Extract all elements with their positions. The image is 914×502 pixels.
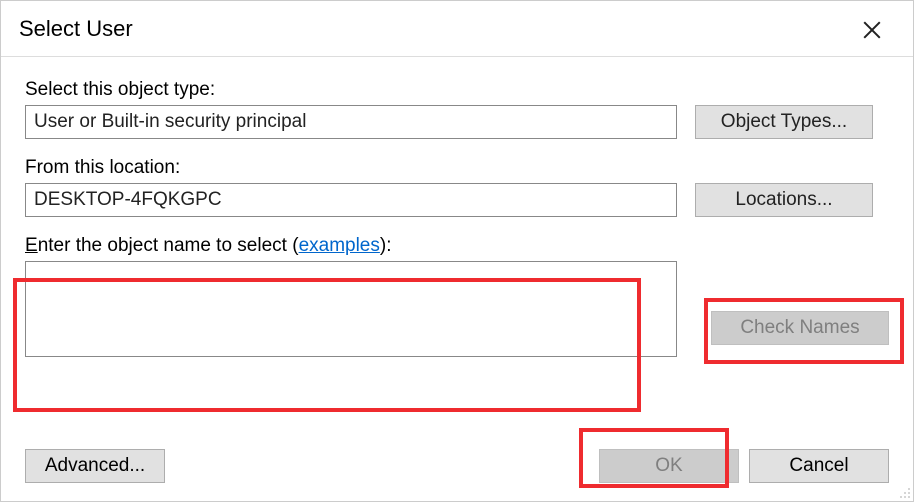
object-name-label-pre: nter the object name to select ( [38, 235, 299, 256]
dialog-footer: Advanced... OK Cancel [25, 449, 889, 483]
locations-button[interactable]: Locations... [695, 183, 873, 217]
object-type-label: Select this object type: [25, 79, 889, 101]
location-field: DESKTOP-4FQKGPC [25, 183, 677, 217]
object-types-button[interactable]: Object Types... [695, 105, 873, 139]
object-type-field: User or Built-in security principal [25, 105, 677, 139]
check-names-button[interactable]: Check Names [711, 311, 889, 345]
advanced-button[interactable]: Advanced... [25, 449, 165, 483]
location-section: From this location: DESKTOP-4FQKGPC Loca… [25, 157, 889, 217]
examples-link[interactable]: examples [299, 235, 380, 256]
dialog-title: Select User [19, 16, 133, 42]
object-type-value: User or Built-in security principal [34, 111, 306, 133]
object-name-label: Enter the object name to select (example… [25, 235, 889, 257]
object-type-section: Select this object type: User or Built-i… [25, 79, 889, 139]
location-value: DESKTOP-4FQKGPC [34, 189, 222, 211]
object-name-label-post: ): [380, 235, 392, 256]
object-name-input[interactable] [25, 261, 677, 357]
titlebar: Select User [1, 1, 913, 57]
close-icon [863, 20, 881, 38]
location-label: From this location: [25, 157, 889, 179]
close-button[interactable] [849, 9, 895, 49]
cancel-button[interactable]: Cancel [749, 449, 889, 483]
ok-button[interactable]: OK [599, 449, 739, 483]
resize-grip-icon [897, 485, 911, 499]
